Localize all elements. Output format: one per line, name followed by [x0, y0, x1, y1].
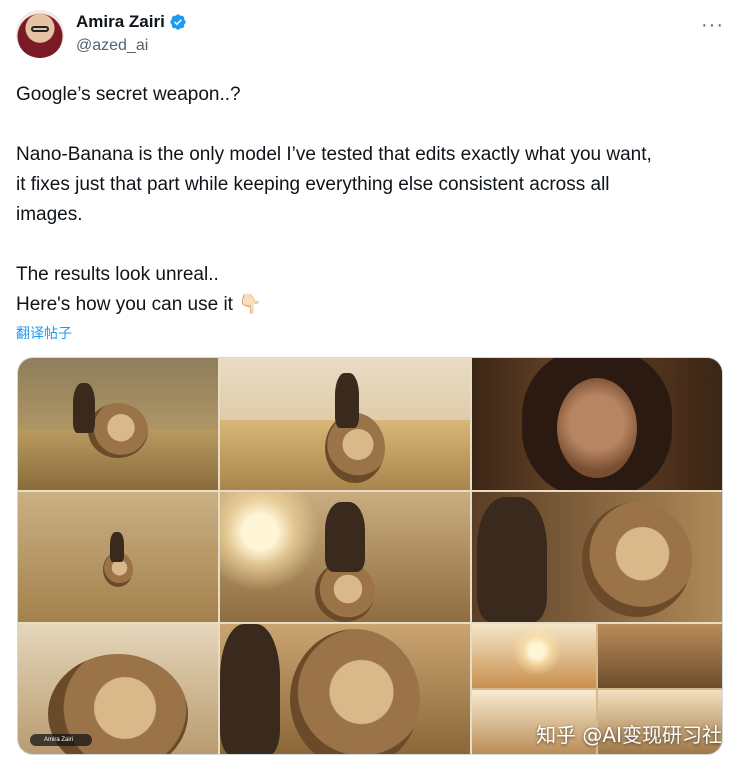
image-lion-closeup[interactable]: Amira Zairi [18, 624, 218, 754]
image-lion-in-grass[interactable] [18, 492, 218, 622]
more-options-icon[interactable]: ··· [701, 14, 724, 37]
watermark-text: 知乎 @AI变现研习社 [536, 723, 722, 747]
image-warrior-beside-lion[interactable] [220, 624, 470, 754]
media-collage[interactable]: Amira Zairi 知乎 @AI变现研习社 [17, 357, 723, 755]
avatar[interactable] [16, 10, 64, 58]
image-warrior-portrait[interactable] [472, 358, 722, 490]
verified-badge-icon [170, 14, 186, 30]
tweet-header: Amira Zairi @azed_ai ··· [16, 8, 728, 64]
image-warrior-touching-lion[interactable] [472, 492, 722, 622]
image-rider-from-behind[interactable] [220, 492, 470, 622]
avatar-glasses [31, 26, 49, 32]
tweet-line-2: Nano-Banana is the only model I’ve teste… [16, 144, 652, 225]
tweet-text: Google’s secret weapon..? Nano-Banana is… [16, 80, 728, 320]
image-rider-on-lion-1[interactable] [18, 358, 218, 490]
author-display-name[interactable]: Amira Zairi [76, 12, 165, 32]
signature-badge: Amira Zairi [30, 734, 92, 746]
tweet-line-3: The results look unreal.. Here's how you… [16, 264, 262, 315]
author-handle[interactable]: @azed_ai [76, 37, 148, 55]
author-name-row[interactable]: Amira Zairi [76, 12, 187, 32]
image-rider-on-lion-2[interactable] [220, 358, 470, 490]
translate-post-link[interactable]: 翻译帖子 [16, 323, 72, 343]
tweet-line-1: Google’s secret weapon..? [16, 84, 241, 105]
